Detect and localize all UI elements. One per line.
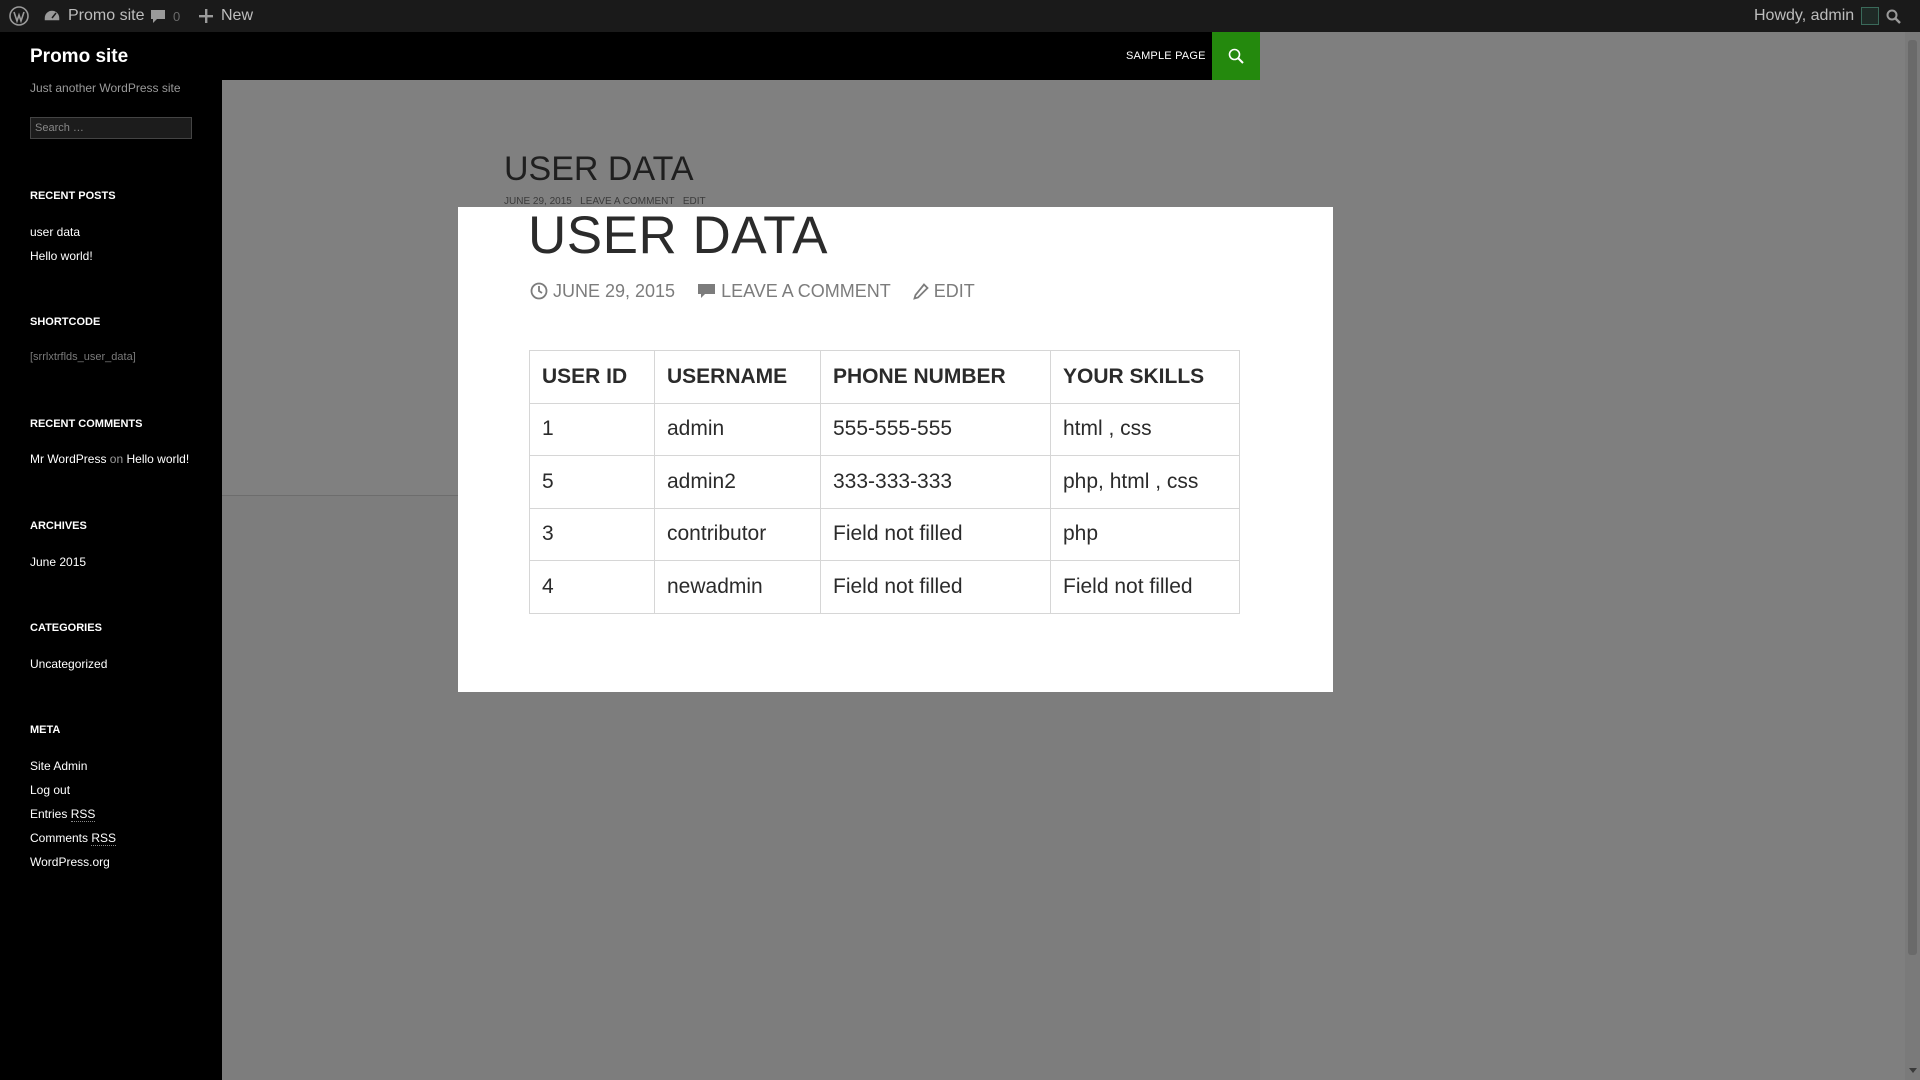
nav-sample-page[interactable]: SAMPLE PAGE bbox=[1126, 50, 1206, 62]
post-date: JUNE 29, 2015 bbox=[553, 280, 676, 301]
admin-bar-site-link[interactable]: Promo site bbox=[43, 0, 144, 32]
cell-username: admin2 bbox=[654, 455, 821, 509]
site-tagline: Just another WordPress site bbox=[30, 81, 181, 95]
modal-post-meta: JUNE 29, 2015 LEAVE A COMMENT EDIT bbox=[530, 279, 997, 303]
site-header: Promo site SAMPLE PAGE bbox=[0, 32, 1260, 80]
plus-icon bbox=[199, 9, 213, 23]
comment-on-text: on bbox=[109, 452, 124, 466]
recent-post-link[interactable]: Hello world! bbox=[30, 249, 93, 263]
howdy-greeting: Howdy, admin bbox=[1754, 7, 1855, 24]
scroll-down-arrow-icon[interactable] bbox=[1909, 1068, 1917, 1073]
column-header-user-id: USER ID bbox=[529, 350, 655, 404]
user-data-table: USER ID USERNAME PHONE NUMBER YOUR SKILL… bbox=[529, 350, 1240, 614]
recent-comments-title: RECENT COMMENTS bbox=[30, 418, 143, 430]
category-link[interactable]: Uncategorized bbox=[30, 657, 107, 671]
admin-bar-new[interactable]: New bbox=[199, 0, 253, 32]
column-header-phone-number: PHONE NUMBER bbox=[820, 350, 1051, 404]
post-title-background: USER DATA bbox=[504, 150, 694, 188]
modal-post-title: USER DATA bbox=[528, 206, 828, 265]
table-header-row: USER ID USERNAME PHONE NUMBER YOUR SKILL… bbox=[529, 350, 1240, 404]
pencil-icon bbox=[912, 282, 929, 300]
search-toggle-button[interactable] bbox=[1212, 32, 1260, 80]
column-header-your-skills: YOUR SKILLS bbox=[1050, 350, 1240, 404]
cell-phone-number: Field not filled bbox=[820, 507, 1051, 561]
search-icon bbox=[1228, 48, 1244, 64]
cell-skills: Field not filled bbox=[1050, 560, 1240, 614]
rss-label: RSS bbox=[91, 831, 117, 846]
comment-author-link[interactable]: Mr WordPress bbox=[30, 452, 106, 466]
leave-comment-link[interactable]: LEAVE A COMMENT bbox=[697, 281, 891, 302]
sidebar: Just another WordPress site RECENT POSTS… bbox=[0, 80, 222, 1080]
cell-user-id: 5 bbox=[529, 455, 655, 509]
cell-user-id: 1 bbox=[529, 402, 655, 456]
admin-bar-site-name: Promo site bbox=[68, 7, 145, 24]
recent-post-link[interactable]: user data bbox=[30, 225, 80, 239]
admin-bar-account[interactable]: Howdy, admin bbox=[1754, 0, 1880, 32]
post-date-link[interactable]: JUNE 29, 2015 bbox=[530, 281, 675, 302]
shortcode-title: SHORTCODE bbox=[30, 316, 101, 328]
table-row: 4 newadmin Field not filled Field not fi… bbox=[529, 560, 1240, 614]
edit-post-link[interactable]: EDIT bbox=[912, 280, 975, 302]
meta-entries-rss-link[interactable]: Entries RSS bbox=[30, 807, 96, 822]
avatar bbox=[1861, 7, 1880, 25]
cell-skills: php, html , css bbox=[1050, 455, 1240, 509]
sidebar-search-input[interactable] bbox=[30, 117, 192, 139]
cell-phone-number: Field not filled bbox=[820, 560, 1051, 614]
cell-skills: php bbox=[1050, 507, 1240, 561]
comments-label: Comments bbox=[30, 831, 89, 845]
categories-title: CATEGORIES bbox=[30, 622, 102, 634]
recent-posts-title: RECENT POSTS bbox=[30, 190, 116, 202]
meta-comments-rss-link[interactable]: Comments RSS bbox=[30, 831, 117, 846]
archive-link[interactable]: June 2015 bbox=[30, 555, 86, 569]
cell-username: contributor bbox=[654, 507, 821, 561]
comment-post-link[interactable]: Hello world! bbox=[127, 452, 190, 466]
rss-label: RSS bbox=[70, 807, 96, 822]
entries-label: Entries bbox=[30, 807, 68, 821]
zoom-modal: USER DATA JUNE 29, 2015 LEAVE A COMMENT … bbox=[458, 206, 1333, 692]
scrollbar-thumb[interactable] bbox=[1908, 40, 1917, 955]
archives-title: ARCHIVES bbox=[30, 520, 87, 532]
cell-phone-number: 555-555-555 bbox=[820, 402, 1051, 456]
dashboard-icon bbox=[43, 9, 61, 22]
clock-icon bbox=[530, 282, 548, 300]
site-title[interactable]: Promo site bbox=[30, 46, 128, 68]
comment-bubble-icon bbox=[151, 9, 165, 23]
cell-phone-number: 333-333-333 bbox=[820, 455, 1051, 509]
meta-title: META bbox=[30, 724, 61, 736]
new-label: New bbox=[221, 7, 254, 24]
comments-count: 0 bbox=[173, 8, 181, 24]
comment-bubble-icon bbox=[698, 283, 716, 298]
cell-user-id: 4 bbox=[529, 560, 655, 614]
admin-bar-comments[interactable]: 0 bbox=[150, 0, 180, 32]
table-row: 5 admin2 333-333-333 php, html , css bbox=[529, 455, 1240, 509]
recent-comment: Mr WordPress on Hello world! bbox=[30, 452, 189, 466]
column-header-username: USERNAME bbox=[654, 350, 821, 404]
meta-site-admin-link[interactable]: Site Admin bbox=[30, 759, 87, 773]
table-row: 1 admin 555-555-555 html , css bbox=[529, 402, 1240, 456]
edit-label: EDIT bbox=[933, 280, 975, 301]
table-row: 3 contributor Field not filled php bbox=[529, 507, 1240, 561]
leave-comment-label: LEAVE A COMMENT bbox=[721, 280, 891, 301]
admin-bar-search-icon[interactable] bbox=[1880, 0, 1906, 32]
shortcode-text: [srrlxtrflds_user_data] bbox=[30, 351, 136, 363]
cell-user-id: 3 bbox=[529, 507, 655, 561]
meta-wordpress-org-link[interactable]: WordPress.org bbox=[30, 855, 110, 869]
cell-skills: html , css bbox=[1050, 402, 1240, 456]
meta-log-out-link[interactable]: Log out bbox=[30, 783, 70, 797]
cell-username: admin bbox=[654, 402, 821, 456]
admin-bar: Promo site 0 New Howdy, admin bbox=[0, 0, 1920, 32]
wordpress-logo-icon[interactable] bbox=[6, 0, 32, 32]
cell-username: newadmin bbox=[654, 560, 821, 614]
